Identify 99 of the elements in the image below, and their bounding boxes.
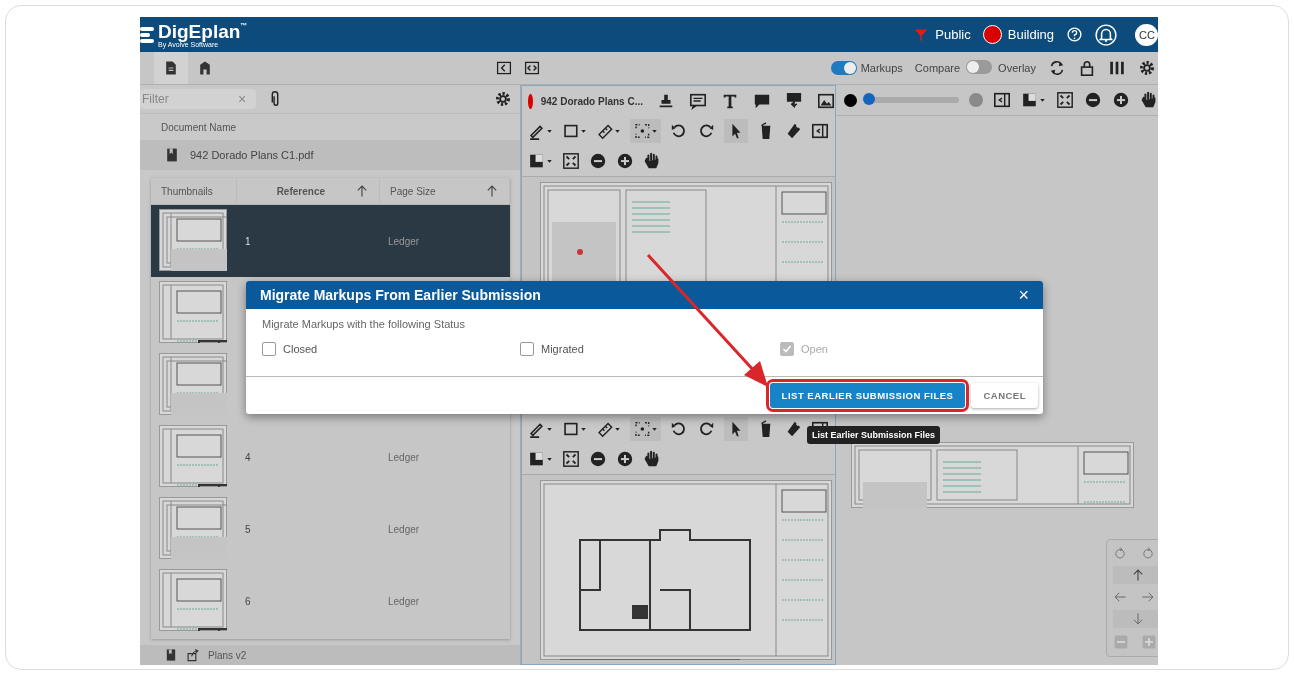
panel-icon[interactable] (811, 122, 829, 140)
document-name: 942 Dorado Plans C1.pdf (190, 149, 314, 161)
column-header: Document Name (161, 121, 237, 133)
color-swatch[interactable] (969, 93, 983, 107)
dialog-title: Migrate Markups From Earlier Submission (260, 287, 541, 303)
layers-icon[interactable] (528, 152, 553, 170)
right-arrow-icon[interactable] (1141, 590, 1155, 604)
page-reference: 1 (245, 235, 251, 247)
overlay-label: Overlay (998, 62, 1036, 74)
column-header[interactable]: Page Size (390, 185, 436, 197)
fit-screen-icon[interactable] (562, 152, 580, 170)
checkbox[interactable] (262, 342, 276, 356)
status-dot (982, 25, 1002, 44)
page-thumbnail (159, 425, 227, 487)
book-icon (164, 147, 180, 163)
redo-icon[interactable] (697, 122, 715, 140)
status-dot (528, 93, 533, 109)
rectangle-icon[interactable] (562, 122, 587, 140)
sort-up-arrow-icon[interactable] (355, 184, 369, 198)
page-reference: 5 (245, 523, 251, 535)
panel-icon[interactable] (993, 91, 1011, 109)
ruler-icon[interactable] (596, 420, 621, 438)
hand-icon[interactable] (643, 152, 661, 170)
document-title: 942 Dorado Plans C... (540, 95, 643, 107)
visibility-label[interactable]: Public (935, 27, 971, 42)
toggle-switch[interactable] (830, 61, 857, 75)
fit-screen-icon[interactable] (562, 450, 580, 468)
page-reference: 6 (245, 595, 251, 607)
building-icon[interactable] (197, 60, 213, 76)
redo-icon[interactable] (697, 420, 715, 438)
document-icon[interactable] (163, 60, 179, 76)
page-row[interactable]: 1 Ledger (151, 205, 510, 277)
comment-icon[interactable] (753, 92, 771, 110)
hand-icon[interactable] (1140, 91, 1158, 109)
sort-up-arrow-icon[interactable] (485, 184, 499, 198)
zoom-in-icon[interactable] (616, 450, 634, 468)
stamp-icon[interactable] (657, 92, 675, 110)
tooltip: List Earlier Submission Files (807, 426, 941, 444)
page-thumbnail (159, 281, 227, 343)
plan-set-name[interactable]: Plans v2 (208, 649, 247, 661)
dialog-prompt: Migrate Markups with the following Status (262, 318, 466, 330)
help-icon[interactable] (1066, 26, 1083, 43)
rectangle-icon[interactable] (562, 420, 587, 438)
zoom-in-icon[interactable] (616, 152, 634, 170)
focus-icon[interactable] (633, 122, 658, 140)
text-tool-icon[interactable] (721, 92, 739, 110)
share-icon (186, 648, 200, 662)
sync-icon[interactable] (1048, 59, 1066, 77)
page-thumbnail (159, 209, 227, 271)
page-reference: 4 (245, 451, 251, 463)
undo-icon[interactable] (670, 420, 688, 438)
down-arrow-icon[interactable] (1131, 612, 1145, 626)
ruler-icon[interactable] (596, 122, 621, 140)
page-size: Ledger (388, 451, 420, 463)
bell-icon[interactable] (1095, 23, 1117, 46)
page-size: Ledger (388, 523, 420, 535)
user-avatar[interactable]: CC (1135, 23, 1158, 46)
hand-icon[interactable] (643, 450, 661, 468)
page-thumbnail (159, 353, 227, 415)
cancel-button[interactable]: CANCEL (971, 383, 1038, 408)
zoom-out-icon[interactable] (1084, 91, 1102, 109)
page-thumbnail (159, 497, 227, 559)
gear-icon[interactable] (1138, 59, 1156, 77)
close-button[interactable]: × (1018, 284, 1029, 306)
layers-icon[interactable] (1021, 91, 1046, 109)
page-size: Ledger (388, 595, 420, 607)
gear-icon[interactable] (494, 90, 512, 108)
left-arrow-icon[interactable] (1113, 590, 1127, 604)
page-thumbnail (159, 569, 227, 631)
focus-icon[interactable] (633, 420, 658, 438)
markups-label: Markups (860, 62, 903, 74)
book-icon (164, 648, 178, 662)
checkbox-label: Migrated (541, 343, 584, 355)
zoom-out-icon[interactable] (589, 152, 607, 170)
columns-icon[interactable] (1108, 59, 1126, 77)
compare-label: Compare (914, 62, 961, 74)
column-header: Thumbnails (161, 185, 213, 197)
status-label[interactable]: Building (1007, 27, 1054, 42)
page-size: Ledger (388, 235, 420, 247)
color-swatch[interactable] (844, 93, 857, 107)
checkbox-label: Open (801, 343, 828, 355)
zoom-in-icon[interactable] (1112, 91, 1130, 109)
note-icon[interactable] (689, 92, 707, 110)
layers-icon[interactable] (528, 450, 553, 468)
lock-icon[interactable] (1078, 59, 1096, 77)
zoom-out-icon[interactable] (589, 450, 607, 468)
fit-screen-icon[interactable] (1056, 91, 1074, 109)
checkbox-label: Closed (283, 343, 318, 355)
column-header[interactable]: Reference (276, 185, 325, 197)
checkbox[interactable] (520, 342, 534, 356)
undo-icon[interactable] (670, 122, 688, 140)
image-icon[interactable] (817, 92, 835, 110)
logo-icon (140, 24, 154, 45)
callout-icon[interactable] (785, 92, 803, 110)
code-icon[interactable] (524, 60, 540, 76)
toggle-switch[interactable] (966, 60, 993, 74)
document-row[interactable]: 942 Dorado Plans C1.pdf (140, 140, 520, 170)
sort-up-arrow-icon[interactable] (1131, 568, 1145, 582)
collapse-icon[interactable] (496, 60, 512, 76)
